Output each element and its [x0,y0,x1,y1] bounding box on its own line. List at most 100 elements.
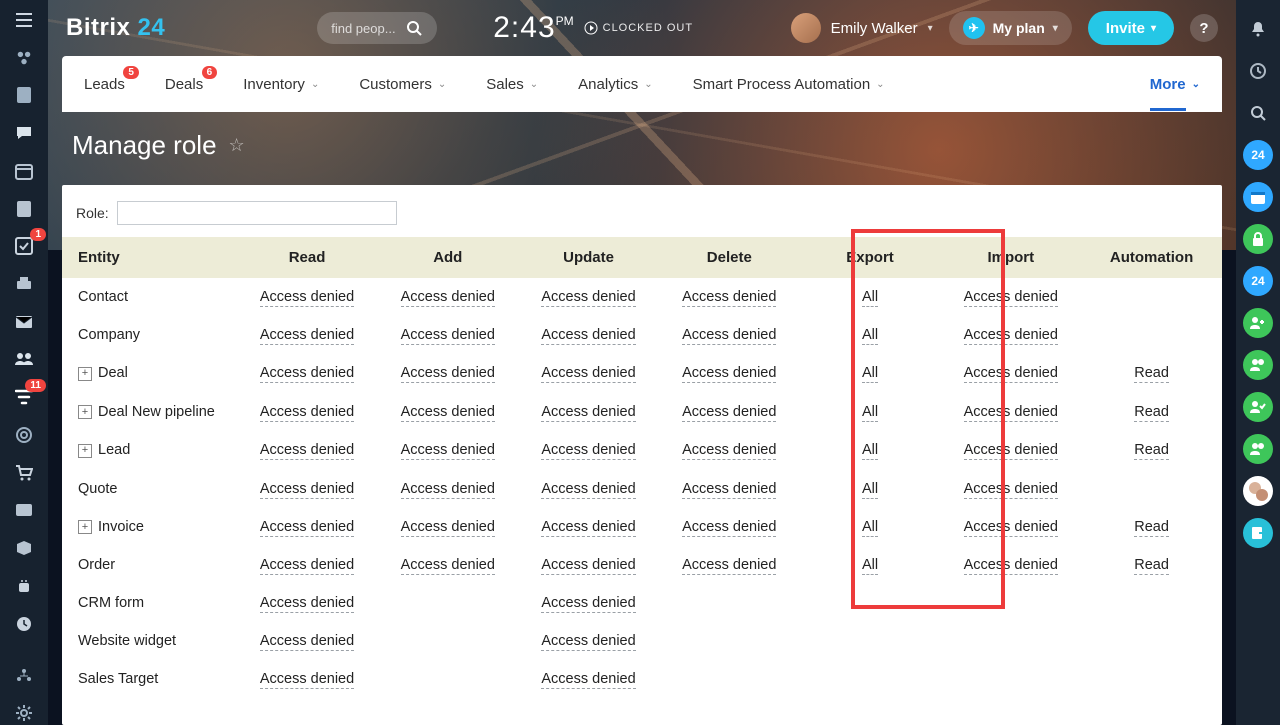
permission-value[interactable]: Access denied [541,671,635,689]
menu-icon[interactable] [12,8,36,32]
group-check-icon[interactable] [1243,392,1273,422]
permission-value[interactable]: Access denied [682,481,776,499]
b24-badge-icon[interactable]: 24 [1243,140,1273,170]
expand-toggle[interactable]: + [78,405,92,419]
permission-value[interactable]: Access denied [541,289,635,307]
invite-button[interactable]: Invite ▾ [1088,11,1174,45]
expand-toggle[interactable]: + [78,444,92,458]
permission-value[interactable]: Access denied [682,289,776,307]
group-icon[interactable] [1243,350,1273,380]
permission-value[interactable]: Access denied [260,519,354,537]
permission-value[interactable]: Access denied [260,557,354,575]
export-icon[interactable] [1243,518,1273,548]
sitemap-icon[interactable] [12,663,36,687]
calendar-badge-icon[interactable] [1243,182,1273,212]
permission-value[interactable]: All [862,365,878,383]
permission-value[interactable]: All [862,442,878,460]
permission-value[interactable]: Access denied [964,289,1058,307]
permission-value[interactable]: All [862,481,878,499]
permission-value[interactable]: Access denied [541,595,635,613]
tab-leads[interactable]: Leads5 [84,76,125,93]
brand-logo[interactable]: Bitrix 24 [66,14,165,42]
avatar-pair-icon[interactable] [1243,476,1273,506]
permission-value[interactable]: Access denied [682,404,776,422]
print-icon[interactable] [12,272,36,296]
permission-value[interactable]: Access denied [401,481,495,499]
permission-value[interactable]: Read [1134,557,1169,575]
doc-icon[interactable] [12,83,36,107]
mail-icon[interactable] [12,310,36,334]
permission-value[interactable]: Read [1134,404,1169,422]
permission-value[interactable]: Access denied [260,442,354,460]
clock-status[interactable]: CLOCKED OUT [584,21,693,35]
bell-icon[interactable] [1243,14,1273,44]
permission-value[interactable]: Access denied [541,633,635,651]
permission-value[interactable]: Access denied [682,557,776,575]
tab-spa[interactable]: Smart Process Automation ⌄ [693,76,885,93]
permission-value[interactable]: Access denied [682,365,776,383]
permission-value[interactable]: Access denied [964,442,1058,460]
permission-value[interactable]: Access denied [682,519,776,537]
permission-value[interactable]: Access denied [964,327,1058,345]
permission-value[interactable]: Access denied [964,519,1058,537]
feed-icon[interactable] [12,46,36,70]
permission-value[interactable]: All [862,519,878,537]
page-icon[interactable] [12,197,36,221]
user-menu[interactable]: Emily Walker ▾ [791,13,933,43]
help-icon[interactable]: ? [1190,14,1218,42]
permission-value[interactable]: Access denied [964,365,1058,383]
permission-value[interactable]: Access denied [401,442,495,460]
settings-icon[interactable] [12,701,36,725]
global-search[interactable]: find peop... [317,12,437,44]
people-icon[interactable] [12,348,36,372]
permission-value[interactable]: Access denied [260,633,354,651]
expand-toggle[interactable]: + [78,367,92,381]
permission-value[interactable]: Access denied [401,327,495,345]
permission-value[interactable]: Access denied [401,365,495,383]
permission-value[interactable]: Access denied [260,671,354,689]
permission-value[interactable]: Access denied [260,595,354,613]
cart-icon[interactable] [12,461,36,485]
permission-value[interactable]: Access denied [260,365,354,383]
chat-icon[interactable] [12,121,36,145]
tab-sales[interactable]: Sales ⌄ [486,76,538,93]
tab-customers[interactable]: Customers ⌄ [359,76,446,93]
permission-value[interactable]: Access denied [541,481,635,499]
permission-value[interactable]: Access denied [964,557,1058,575]
permission-value[interactable]: Access denied [541,404,635,422]
permission-value[interactable]: All [862,404,878,422]
permission-value[interactable]: Access denied [541,327,635,345]
permission-value[interactable]: Access denied [541,557,635,575]
filter-icon[interactable]: 11 [12,385,36,409]
permission-value[interactable]: All [862,327,878,345]
tasks-icon[interactable]: 1 [12,234,36,258]
permission-value[interactable]: All [862,289,878,307]
permission-value[interactable]: Access denied [260,481,354,499]
permission-value[interactable]: Access denied [401,289,495,307]
tab-more[interactable]: More ⌄ [1150,76,1200,93]
permission-value[interactable]: Access denied [541,519,635,537]
tab-deals[interactable]: Deals6 [165,76,203,93]
target-icon[interactable] [12,423,36,447]
permission-value[interactable]: Access denied [401,519,495,537]
expand-toggle[interactable]: + [78,520,92,534]
permission-value[interactable]: Read [1134,519,1169,537]
card-icon[interactable] [12,499,36,523]
tab-inventory[interactable]: Inventory ⌄ [243,76,319,93]
permission-value[interactable]: Access denied [964,481,1058,499]
permission-value[interactable]: Access denied [541,442,635,460]
permission-value[interactable]: Access denied [260,289,354,307]
calendar-icon[interactable] [12,159,36,183]
permission-value[interactable]: Access denied [260,404,354,422]
permission-value[interactable]: All [862,557,878,575]
lock-icon[interactable] [1243,224,1273,254]
star-icon[interactable]: ☆ [229,135,245,156]
search-icon[interactable] [1243,98,1273,128]
b24-badge-icon-2[interactable]: 24 [1243,266,1273,296]
permission-value[interactable]: Access denied [401,557,495,575]
permission-value[interactable]: Access denied [964,404,1058,422]
android-icon[interactable] [12,574,36,598]
permission-value[interactable]: Read [1134,365,1169,383]
group-icon-2[interactable] [1243,434,1273,464]
permission-value[interactable]: Access denied [541,365,635,383]
